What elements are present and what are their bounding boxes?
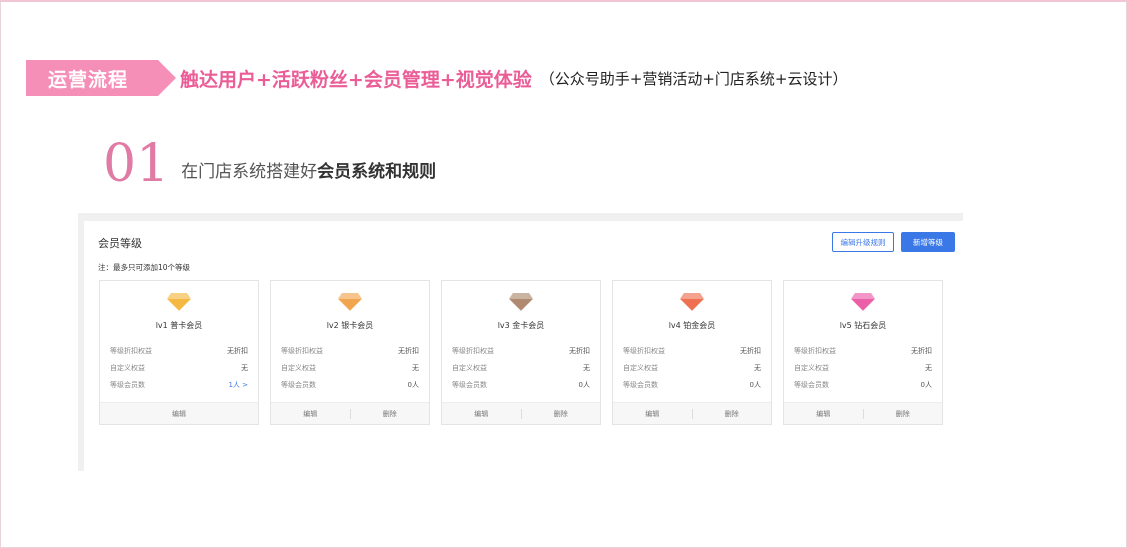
members-label: 等级会员数 — [110, 381, 145, 389]
diamond-icon — [337, 293, 363, 312]
discount-label: 等级折扣权益 — [110, 347, 152, 355]
custom-value: 无 — [583, 364, 590, 372]
discount-value: 无折扣 — [227, 347, 248, 355]
level-card-lv2: lv2 银卡会员 等级折扣权益 无折扣 自定义权益 无 等级会员数 0人 编辑 删除 — [270, 280, 430, 425]
step-number: 01 — [103, 134, 170, 194]
members-label: 等级会员数 — [452, 381, 487, 389]
edit-button[interactable]: 编辑 — [613, 409, 692, 419]
members-label: 等级会员数 — [281, 381, 316, 389]
discount-value: 无折扣 — [911, 347, 932, 355]
members-count: 0人 — [749, 381, 761, 389]
members-count-link[interactable]: 1人 > — [228, 380, 248, 392]
member-level-page: 会员等级 注：最多只可添加10个等级 编辑升级规则 新增等级 lv1 普卡会员 … — [84, 221, 963, 471]
level-card-lv3: lv3 金卡会员 等级折扣权益 无折扣 自定义权益 无 等级会员数 0人 编辑 删除 — [441, 280, 601, 425]
level-cards: lv1 普卡会员 等级折扣权益 无折扣 自定义权益 无 等级会员数 1人 > 编辑 l… — [99, 280, 954, 425]
discount-value: 无折扣 — [398, 347, 419, 355]
process-tag: 运营流程 — [26, 60, 176, 96]
level-card-lv4: lv4 铂金会员 等级折扣权益 无折扣 自定义权益 无 等级会员数 0人 编辑 删除 — [612, 280, 772, 425]
discount-label: 等级折扣权益 — [281, 347, 323, 355]
edit-button[interactable]: 编辑 — [100, 409, 258, 419]
screenshot-panel: 会员等级 注：最多只可添加10个等级 编辑升级规则 新增等级 lv1 普卡会员 … — [78, 213, 963, 471]
level-card-lv1: lv1 普卡会员 等级折扣权益 无折扣 自定义权益 无 等级会员数 1人 > 编辑 — [99, 280, 259, 425]
edit-button[interactable]: 编辑 — [442, 409, 521, 419]
process-banner: 运营流程 触达用户+活跃粉丝+会员管理+视觉体验 （公众号助手+营销活动+门店系… — [26, 60, 847, 96]
level-card-lv5: lv5 钻石会员 等级折扣权益 无折扣 自定义权益 无 等级会员数 0人 编辑 删除 — [783, 280, 943, 425]
edit-button[interactable]: 编辑 — [784, 409, 863, 419]
custom-label: 自定义权益 — [623, 364, 658, 372]
page-title: 会员等级 — [98, 237, 142, 250]
delete-button[interactable]: 删除 — [864, 409, 943, 419]
step-text: 在门店系统搭建好会员系统和规则 — [181, 157, 436, 182]
level-name: lv4 铂金会员 — [668, 321, 716, 330]
diamond-icon — [850, 293, 876, 312]
custom-value: 无 — [412, 364, 419, 372]
card-actions: 编辑 删除 — [271, 402, 429, 424]
level-name: lv5 钻石会员 — [839, 321, 887, 330]
level-name: lv2 银卡会员 — [326, 321, 374, 330]
delete-button[interactable]: 删除 — [522, 409, 601, 419]
discount-label: 等级折扣权益 — [623, 347, 665, 355]
step-heading: 01 在门店系统搭建好会员系统和规则 — [103, 138, 436, 190]
members-label: 等级会员数 — [794, 381, 829, 389]
diamond-icon — [166, 293, 192, 312]
discount-label: 等级折扣权益 — [452, 347, 494, 355]
level-name: lv1 普卡会员 — [155, 321, 203, 330]
edit-upgrade-rules-button[interactable]: 编辑升级规则 — [832, 232, 894, 252]
custom-value: 无 — [754, 364, 761, 372]
edit-button[interactable]: 编辑 — [271, 409, 350, 419]
level-name: lv3 金卡会员 — [497, 321, 545, 330]
process-headline: 触达用户+活跃粉丝+会员管理+视觉体验 — [180, 68, 532, 91]
discount-label: 等级折扣权益 — [794, 347, 836, 355]
members-count: 0人 — [920, 381, 932, 389]
card-actions: 编辑 删除 — [784, 402, 942, 424]
diamond-icon — [508, 293, 534, 312]
custom-label: 自定义权益 — [281, 364, 316, 372]
level-note: 注：最多只可添加10个等级 — [98, 263, 191, 272]
discount-value: 无折扣 — [569, 347, 590, 355]
card-actions: 编辑 删除 — [613, 402, 771, 424]
step-text-plain: 在门店系统搭建好 — [181, 162, 318, 182]
members-count: 0人 — [407, 381, 419, 389]
delete-button[interactable]: 删除 — [693, 409, 772, 419]
delete-button[interactable]: 删除 — [351, 409, 430, 419]
add-level-button[interactable]: 新增等级 — [901, 232, 955, 252]
step-text-bold: 会员系统和规则 — [317, 162, 437, 182]
process-subtitle: （公众号助手+营销活动+门店系统+云设计） — [539, 69, 848, 88]
card-actions: 编辑 删除 — [442, 402, 600, 424]
diamond-icon — [679, 293, 705, 312]
custom-value: 无 — [925, 364, 932, 372]
custom-label: 自定义权益 — [110, 364, 145, 372]
members-label: 等级会员数 — [623, 381, 658, 389]
custom-value: 无 — [241, 364, 248, 372]
discount-value: 无折扣 — [740, 347, 761, 355]
members-count: 0人 — [578, 381, 590, 389]
custom-label: 自定义权益 — [794, 364, 829, 372]
card-actions: 编辑 — [100, 402, 258, 424]
custom-label: 自定义权益 — [452, 364, 487, 372]
